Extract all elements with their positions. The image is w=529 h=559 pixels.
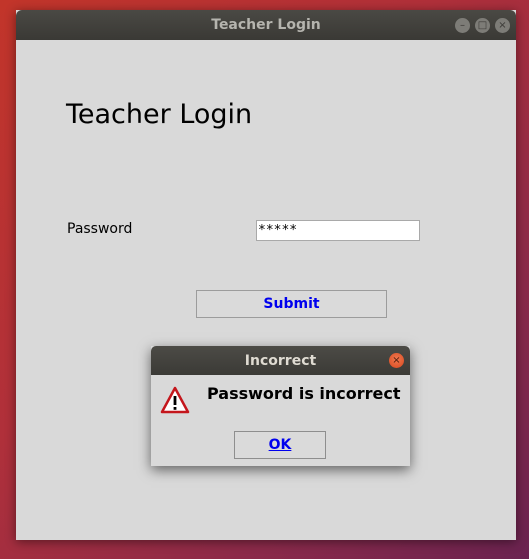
close-icon[interactable]: × [495,18,510,33]
dialog-title: Incorrect [244,353,317,369]
dialog-close-icon[interactable]: × [389,353,404,368]
window-titlebar[interactable]: Teacher Login – □ × [16,10,516,40]
incorrect-dialog: Incorrect × Password is incorrect OK [151,346,410,466]
warning-icon [160,386,190,414]
page-title: Teacher Login [66,99,253,130]
dialog-titlebar[interactable]: Incorrect × [151,346,410,375]
ok-button[interactable]: OK [234,431,326,459]
window-title: Teacher Login [211,17,321,33]
submit-button[interactable]: Submit [196,290,387,318]
maximize-icon[interactable]: □ [475,18,490,33]
minimize-icon[interactable]: – [455,18,470,33]
password-label: Password [67,221,133,237]
dialog-message: Password is incorrect [207,384,401,403]
password-field[interactable]: ***** [256,220,420,241]
